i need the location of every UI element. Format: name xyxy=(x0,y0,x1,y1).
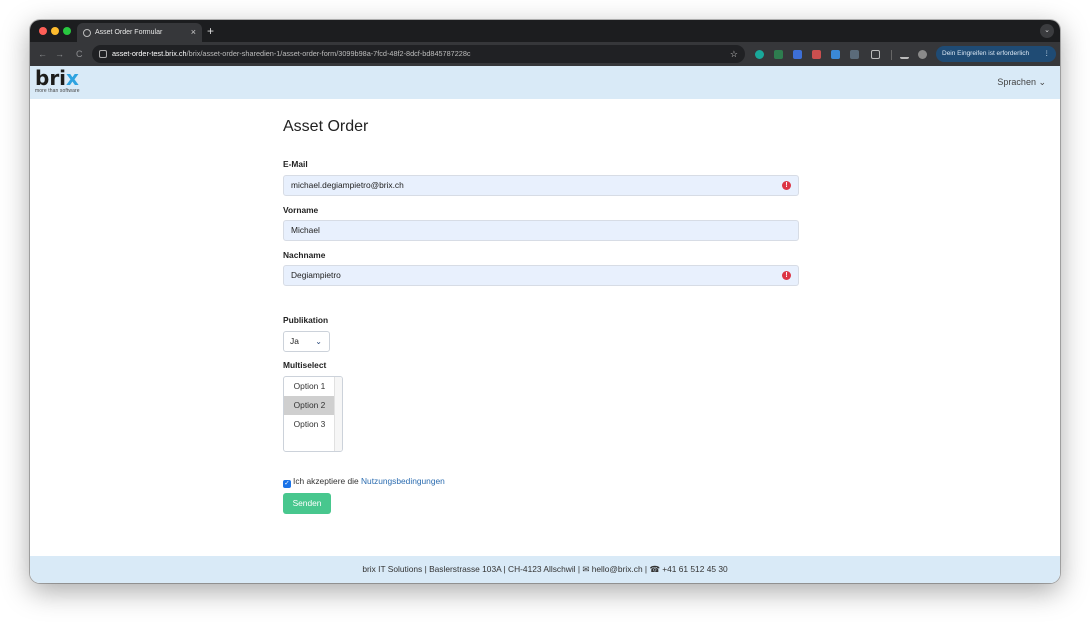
browser-toolbar: ← → C asset-order-test.brix.ch/brix/asse… xyxy=(30,42,1060,66)
firstname-field[interactable]: Michael xyxy=(283,220,799,241)
publication-select[interactable]: Ja ⌄ xyxy=(283,331,330,352)
reload-icon[interactable]: C xyxy=(76,47,83,61)
extension-teal-icon[interactable] xyxy=(755,50,764,59)
minimize-window-icon[interactable] xyxy=(51,27,59,35)
submit-button[interactable]: Senden xyxy=(283,493,331,514)
multiselect-listbox[interactable]: Option 1 Option 2 Option 3 xyxy=(283,376,343,452)
maximize-window-icon[interactable] xyxy=(63,27,71,35)
publication-value: Ja xyxy=(290,336,299,346)
footer-phone[interactable]: +41 61 512 45 30 xyxy=(662,564,727,574)
page-title: Asset Order xyxy=(283,118,369,135)
address-bar[interactable]: asset-order-test.brix.ch/brix/asset-orde… xyxy=(92,45,745,63)
url-path: /brix/asset-order-sharedien-1/asset-orde… xyxy=(186,49,471,58)
tab-title: Asset Order Formular xyxy=(95,29,163,36)
footer-company: brix IT Solutions | Baslerstrasse 103A |… xyxy=(362,564,583,574)
lastname-field[interactable]: Degiampietro ! xyxy=(283,265,799,286)
site-header: brix more than software Sprachen ⌄ xyxy=(30,66,1060,99)
logo-tagline: more than software xyxy=(35,88,80,94)
language-dropdown[interactable]: Sprachen ⌄ xyxy=(997,77,1046,88)
browser-window: Asset Order Formular × + ⌄ ← → C asset-o… xyxy=(30,20,1060,583)
extension-gray-icon[interactable] xyxy=(850,50,859,59)
terms-checkbox[interactable]: ✓ xyxy=(283,480,291,488)
terms-link[interactable]: Nutzungsbedingungen xyxy=(361,476,445,486)
terms-row: ✓ Ich akzeptiere die Nutzungsbedingungen xyxy=(283,476,445,488)
toolbar-divider xyxy=(891,50,892,60)
brix-logo[interactable]: brix more than software xyxy=(35,68,80,94)
site-footer: brix IT Solutions | Baslerstrasse 103A |… xyxy=(30,556,1060,583)
footer-email[interactable]: hello@brix.ch xyxy=(592,564,643,574)
more-menu-icon[interactable]: ⋮ xyxy=(1044,46,1051,62)
lastname-label: Nachname xyxy=(283,250,326,260)
profile-action-required-button[interactable]: Dein Eingreifen ist erforderlich ⋮ xyxy=(936,46,1056,62)
tab-search-icon[interactable]: ⌄ xyxy=(1040,24,1054,38)
envelope-icon: ✉ xyxy=(582,564,590,574)
lastname-error-icon: ! xyxy=(782,271,791,280)
multiselect-option-1[interactable]: Option 1 xyxy=(284,377,335,396)
email-label: E-Mail xyxy=(283,159,308,169)
profile-action-label: Dein Eingreifen ist erforderlich xyxy=(942,50,1030,57)
extension-red-icon[interactable] xyxy=(812,50,821,59)
new-tab-icon[interactable]: + xyxy=(207,22,214,40)
tab-strip: Asset Order Formular × + ⌄ xyxy=(30,20,1060,42)
web-page: brix more than software Sprachen ⌄ Asset… xyxy=(30,66,1060,583)
logo-x: x xyxy=(66,66,79,90)
logo-wordmark: bri xyxy=(35,66,67,90)
firstname-label: Vorname xyxy=(283,205,319,215)
multiselect-label: Multiselect xyxy=(283,360,327,370)
email-error-icon: ! xyxy=(782,181,791,190)
firstname-value: Michael xyxy=(291,225,320,235)
forward-icon[interactable]: → xyxy=(55,47,64,61)
chevron-down-icon: ⌄ xyxy=(315,337,322,346)
extensions-puzzle-icon[interactable] xyxy=(871,50,880,59)
globe-icon xyxy=(83,29,91,37)
site-info-icon[interactable] xyxy=(99,50,107,58)
extension-download-icon[interactable] xyxy=(831,50,840,59)
multiselect-option-2[interactable]: Option 2 xyxy=(284,396,335,415)
close-window-icon[interactable] xyxy=(39,27,47,35)
tab-close-icon[interactable]: × xyxy=(191,23,196,42)
multiselect-scrollbar[interactable] xyxy=(334,377,342,451)
lastname-value: Degiampietro xyxy=(291,270,341,280)
publication-label: Publikation xyxy=(283,315,329,325)
terms-text: Ich akzeptiere die xyxy=(293,476,361,486)
back-icon[interactable]: ← xyxy=(38,47,47,61)
email-field[interactable]: michael.degiampietro@brix.ch ! xyxy=(283,175,799,196)
bookmark-star-icon[interactable]: ☆ xyxy=(730,45,738,63)
email-value: michael.degiampietro@brix.ch xyxy=(291,180,404,190)
extension-green-icon[interactable] xyxy=(774,50,783,59)
browser-tab[interactable]: Asset Order Formular × xyxy=(77,23,202,42)
profile-avatar-icon[interactable] xyxy=(918,50,927,59)
phone-icon: ☎ xyxy=(649,564,660,574)
extension-shield-icon[interactable] xyxy=(793,50,802,59)
downloads-icon[interactable] xyxy=(900,50,909,59)
url-host: asset-order-test.brix.ch xyxy=(112,49,187,58)
multiselect-option-3[interactable]: Option 3 xyxy=(284,415,335,434)
